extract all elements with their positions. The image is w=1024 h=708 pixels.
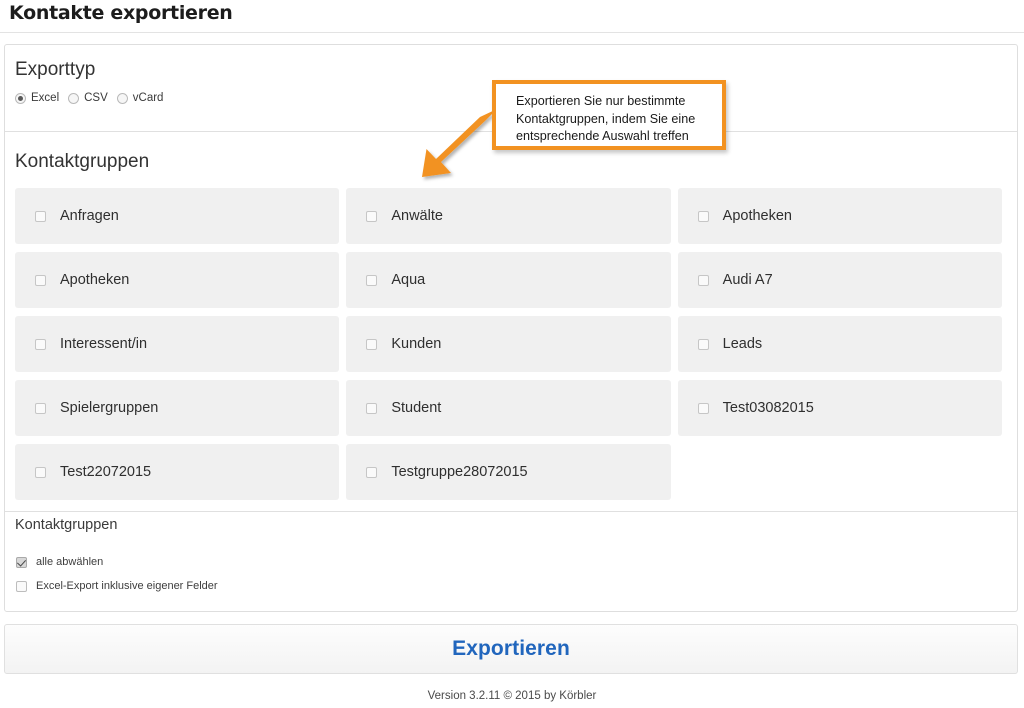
contact-groups-row: Anfragen Anwälte Apotheken [15,188,1009,244]
contact-group-label: Testgruppe28072015 [391,464,528,480]
title-divider [0,32,1024,33]
contact-group-label: Anfragen [60,208,119,224]
radio-icon-vcard[interactable] [116,92,128,104]
contact-group-label: Audi A7 [722,272,773,288]
contact-group-label: Test03082015 [722,400,814,416]
checkbox-icon-interessent[interactable] [35,338,46,350]
option-label-custom-fields: Excel-Export inklusive eigener Felder [36,580,218,592]
export-button[interactable]: Exportieren [4,624,1018,674]
checkbox-icon-leads[interactable] [697,338,709,350]
options-heading: Kontaktgruppen [15,517,118,533]
radio-option-excel[interactable]: Excel [15,92,59,104]
option-deselect-all[interactable]: alle abwählen [16,556,103,568]
checkbox-icon-custom-fields[interactable] [16,580,27,592]
radio-option-csv[interactable]: CSV [68,92,108,104]
checkbox-icon-apotheken-2[interactable] [35,274,46,286]
checkbox-icon-apotheken-1[interactable] [697,210,709,222]
contact-groups-row: Spielergruppen Student Test03082015 [15,380,1009,436]
checkbox-icon-audi-a7[interactable] [697,274,709,286]
contact-group-tile[interactable]: Audi A7 [677,252,1002,308]
contact-group-tile[interactable]: Interessent/in [15,316,340,372]
export-contacts-page: Kontakte exportieren Exporttyp Excel CSV… [0,0,1024,708]
annotation-callout: Exportieren Sie nur bestimmte Kontaktgru… [492,80,726,150]
radio-icon-csv[interactable] [68,92,80,104]
contact-group-tile[interactable]: Apotheken [677,188,1002,244]
contact-group-label: Aqua [391,272,426,288]
contact-groups-heading: Kontaktgruppen [15,151,150,172]
contact-group-label: Test22072015 [60,464,152,480]
radio-label-vcard: vCard [132,92,164,104]
contact-groups-row: Interessent/in Kunden Leads [15,316,1009,372]
contact-group-tile[interactable]: Leads [677,316,1002,372]
contact-group-label: Apotheken [60,272,130,288]
page-title: Kontakte exportieren [9,2,233,24]
contact-group-label: Apotheken [722,208,792,224]
contact-group-tile[interactable]: Testgruppe28072015 [346,444,671,500]
contact-group-tile[interactable]: Test22072015 [15,444,340,500]
checkbox-icon-test22072015[interactable] [35,466,46,478]
checkbox-icon-student[interactable] [366,402,378,414]
contact-group-label: Interessent/in [60,336,148,352]
checkbox-icon-spielergruppen[interactable] [35,402,46,414]
contact-groups-row: Test22072015 Testgruppe28072015 [15,444,1009,500]
checkbox-icon-anfragen[interactable] [35,210,46,222]
option-label-deselect-all: alle abwählen [36,556,104,568]
contact-group-label: Anwälte [391,208,443,224]
contact-group-label: Leads [722,336,763,352]
contact-group-tile[interactable]: Test03082015 [677,380,1002,436]
radio-icon-excel[interactable] [15,92,26,104]
annotation-callout-text: Exportieren Sie nur bestimmte Kontaktgru… [516,94,696,143]
contact-group-tile[interactable]: Apotheken [15,252,340,308]
contact-group-tile-placeholder [678,444,1002,500]
export-button-label: Exportieren [452,637,570,660]
contact-group-label: Spielergruppen [60,400,159,416]
checkbox-icon-deselect-all[interactable] [16,556,27,568]
checkbox-icon-test03082015[interactable] [697,402,709,414]
contact-group-tile[interactable]: Kunden [346,316,671,372]
radio-label-excel: Excel [31,92,60,104]
contact-group-tile[interactable]: Spielergruppen [15,380,340,436]
contact-group-tile[interactable]: Anwälte [346,188,671,244]
option-custom-fields[interactable]: Excel-Export inklusive eigener Felder [16,580,218,592]
contact-group-label: Kunden [391,336,442,352]
contact-groups-grid: Anfragen Anwälte Apotheken Apotheken Aqu… [15,188,1009,508]
checkbox-icon-anwaelte[interactable] [366,210,378,222]
contact-group-label: Student [391,400,442,416]
contact-groups-row: Apotheken Aqua Audi A7 [15,252,1009,308]
contact-group-tile[interactable]: Aqua [346,252,671,308]
section-divider-bottom [5,511,1017,512]
checkbox-icon-testgruppe28072015[interactable] [366,466,378,478]
export-type-radio-group[interactable]: Excel CSV vCard [15,92,172,104]
contact-group-tile[interactable]: Student [346,380,671,436]
radio-option-vcard[interactable]: vCard [116,92,164,104]
checkbox-icon-aqua[interactable] [366,274,378,286]
radio-label-csv: CSV [84,92,108,104]
checkbox-icon-kunden[interactable] [366,338,378,350]
export-type-heading: Exporttyp [15,59,96,80]
version-text: Version 3.2.11 © 2015 by Körbler [427,690,597,702]
contact-group-tile[interactable]: Anfragen [15,188,340,244]
